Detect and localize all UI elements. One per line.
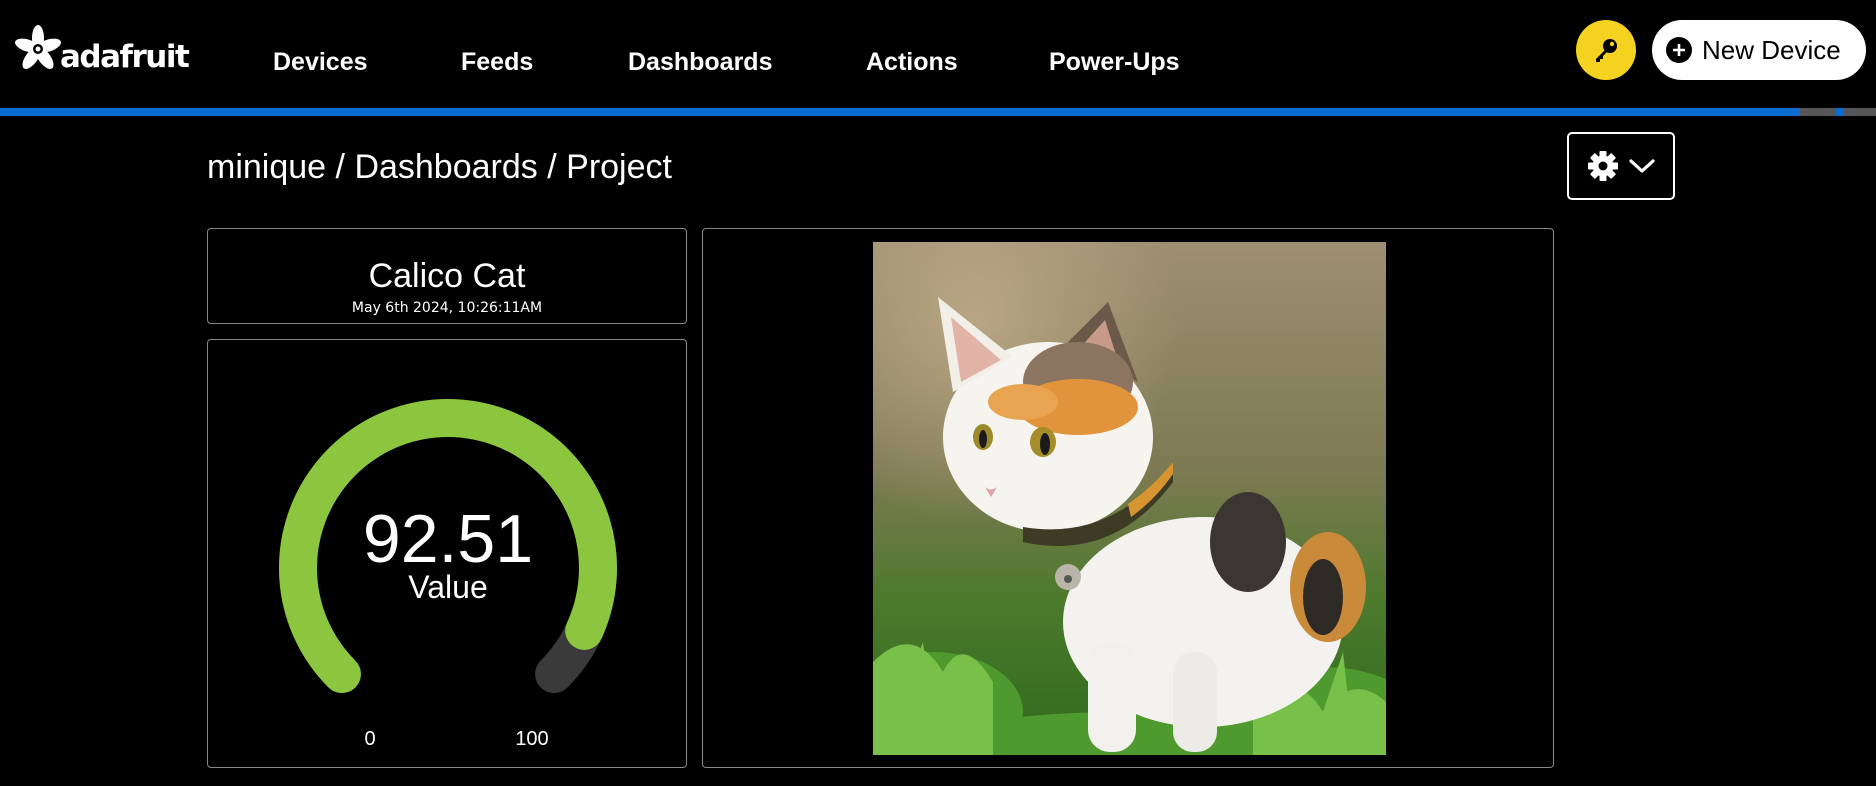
key-icon (1596, 39, 1617, 62)
page-progress-bar (0, 108, 1876, 116)
block-title: Calico Cat (368, 257, 526, 295)
gauge-max-label: 100 (515, 728, 548, 750)
plus-circle-icon (1666, 37, 1692, 63)
new-device-button[interactable]: New Device (1652, 20, 1866, 80)
new-device-label: New Device (1702, 34, 1841, 65)
nav-dashboards[interactable]: Dashboards (628, 48, 772, 77)
breadcrumb-user[interactable]: minique (207, 148, 326, 186)
dashboard-settings-button[interactable] (1567, 132, 1675, 200)
breadcrumb-current-page: Project (566, 148, 672, 186)
progress-marker (1836, 108, 1844, 116)
calico-cat-image (873, 242, 1386, 755)
top-navigation: adafruit Devices Feeds Dashboards Action… (0, 0, 1876, 108)
adafruit-flower-icon (15, 25, 61, 69)
progress-fill (0, 108, 1800, 116)
gauge: 92.51 Value 0 100 (279, 399, 617, 750)
api-key-button[interactable] (1576, 20, 1636, 80)
breadcrumb-dashboards[interactable]: Dashboards (354, 148, 537, 186)
breadcrumb-separator: / (547, 148, 557, 186)
gauge-label: Value (408, 569, 487, 605)
breadcrumb: minique / Dashboards / Project (207, 148, 672, 187)
breadcrumb-separator: / (335, 148, 345, 186)
brand-name: adafruit (60, 39, 190, 75)
nav-power-ups[interactable]: Power-Ups (1049, 48, 1180, 77)
gauge-block[interactable]: 92.51 Value 0 100 (207, 339, 687, 768)
nav-actions[interactable]: Actions (866, 48, 958, 77)
text-block[interactable]: Calico Cat May 6th 2024, 10:26:11AM (207, 228, 687, 324)
block-timestamp: May 6th 2024, 10:26:11AM (351, 300, 543, 316)
nav-feeds[interactable]: Feeds (461, 48, 533, 77)
nav-devices[interactable]: Devices (273, 48, 368, 77)
gauge-min-label: 0 (364, 728, 375, 750)
chevron-down-icon (1629, 159, 1655, 173)
image-block[interactable] (702, 228, 1554, 768)
adafruit-logo[interactable]: adafruit (14, 18, 190, 80)
gauge-value: 92.51 (363, 501, 533, 577)
gear-icon (1588, 151, 1618, 181)
